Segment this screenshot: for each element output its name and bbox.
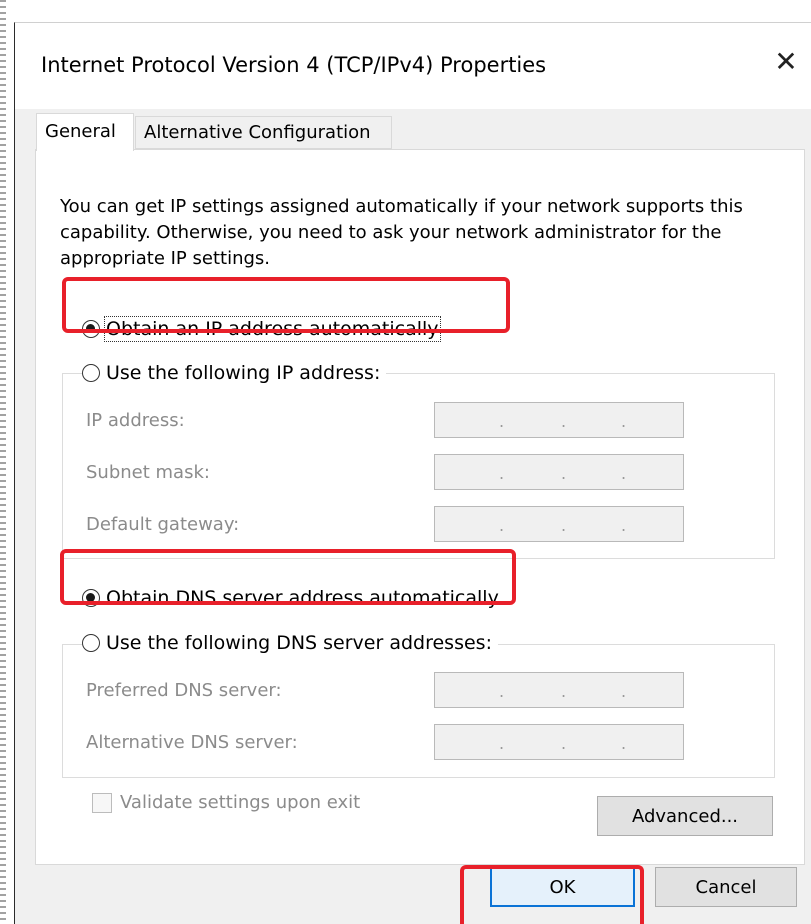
advanced-button[interactable]: Advanced... xyxy=(597,796,773,836)
ip-address-input[interactable]: ... xyxy=(434,402,684,438)
validate-label: Validate settings upon exit xyxy=(120,792,361,813)
subnet-mask-input[interactable]: ... xyxy=(434,454,684,490)
alternative-dns-label: Alternative DNS server: xyxy=(86,732,298,753)
radio-checked-icon xyxy=(82,320,100,338)
use-following-ip-radio[interactable]: Use the following IP address: xyxy=(82,362,387,384)
background-dotted-edge xyxy=(0,0,6,924)
radio-label: Use the following IP address: xyxy=(106,362,381,384)
default-gateway-label: Default gateway: xyxy=(86,514,240,535)
cancel-button[interactable]: Cancel xyxy=(655,867,797,907)
radio-label: Obtain an IP address automatically xyxy=(104,316,441,342)
default-gateway-input[interactable]: ... xyxy=(434,506,684,542)
radio-label: Obtain DNS server address automatically xyxy=(106,587,499,609)
preferred-dns-label: Preferred DNS server: xyxy=(86,680,282,701)
use-following-dns-radio[interactable]: Use the following DNS server addresses: xyxy=(82,632,498,654)
obtain-ip-auto-radio[interactable]: Obtain an IP address automatically xyxy=(82,316,445,342)
tab-general[interactable]: General xyxy=(36,113,134,151)
preferred-dns-input[interactable]: ... xyxy=(434,672,684,708)
close-icon[interactable]: ✕ xyxy=(771,47,801,77)
subnet-mask-label: Subnet mask: xyxy=(86,462,210,483)
general-tab-panel: You can get IP settings assigned automat… xyxy=(35,149,805,865)
obtain-dns-auto-radio[interactable]: Obtain DNS server address automatically xyxy=(82,587,505,609)
title-bar: Internet Protocol Version 4 (TCP/IPv4) P… xyxy=(15,23,811,109)
validate-settings-checkbox[interactable]: Validate settings upon exit xyxy=(92,792,360,813)
description-text: You can get IP settings assigned automat… xyxy=(60,196,743,269)
alternative-dns-input[interactable]: ... xyxy=(434,724,684,760)
radio-label: Use the following DNS server addresses: xyxy=(106,632,492,654)
tab-alternative-configuration[interactable]: Alternative Configuration xyxy=(135,116,392,149)
ok-button[interactable]: OK xyxy=(490,867,635,907)
ipv4-properties-dialog: Internet Protocol Version 4 (TCP/IPv4) P… xyxy=(14,22,811,924)
checkbox-box xyxy=(92,792,112,813)
radio-unchecked-icon xyxy=(82,364,100,382)
radio-checked-icon xyxy=(82,589,100,607)
dialog-title: Internet Protocol Version 4 (TCP/IPv4) P… xyxy=(41,53,547,77)
radio-unchecked-icon xyxy=(82,634,100,652)
ip-address-label: IP address: xyxy=(86,410,185,431)
